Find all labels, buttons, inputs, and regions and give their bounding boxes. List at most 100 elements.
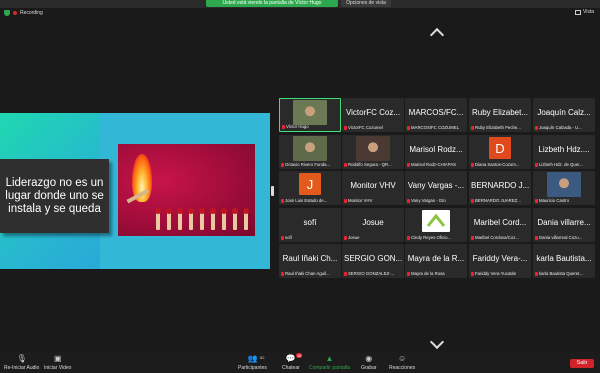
participant-caption: Octavio Rivero Funda... — [281, 162, 339, 167]
muted-mic-icon — [535, 162, 538, 167]
participant-name: Mayra de la Rosa — [411, 271, 445, 276]
participant-caption: MARCOS/FC COZUMEL — [407, 125, 465, 130]
participants-button[interactable]: 👥 Participantes 82 — [238, 355, 267, 372]
participant-tile[interactable]: BERNARDO J... BERNARDO JUAREZ... — [469, 171, 531, 205]
record-button[interactable]: ◉ Grabar — [361, 354, 377, 372]
participant-tile[interactable]: Joaquín Calz... Joaquín Calzada - U... — [533, 98, 595, 132]
participant-tile[interactable]: Dania villarre... Dania villarreal Cozu..… — [533, 208, 595, 242]
participant-caption: Fariddy Vera-Yucatán — [471, 271, 529, 276]
participants-label: Participantes — [238, 365, 267, 371]
grid-icon — [574, 9, 581, 15]
match-graphic — [155, 208, 161, 230]
participant-name: Cindy Reyes Oficio... — [411, 235, 452, 240]
share-screen-button[interactable]: ▲ Compartir pantalla — [309, 354, 350, 372]
participant-name: Víctor Hugo — [286, 124, 309, 129]
participant-name-large: SERGIO GON... — [344, 254, 403, 263]
match-graphic — [177, 208, 183, 230]
match-graphic — [188, 208, 194, 230]
camera-icon: ▣ — [53, 354, 62, 363]
participant-tile[interactable]: Fariddy Vera-... Fariddy Vera-Yucatán — [469, 244, 531, 278]
participant-tile[interactable]: Maribel Cord... Maribel Cordova/Coz... — [469, 208, 531, 242]
participant-caption: BERNARDO JUAREZ... — [471, 198, 529, 203]
audio-button[interactable]: 🎙 Re-Iniciar Audio — [4, 354, 39, 372]
split-resize-handle[interactable] — [271, 186, 274, 196]
participant-tile[interactable]: Marisol Rodz... Marisol Rodz-CHIAPAS — [405, 135, 467, 169]
muted-mic-icon — [281, 162, 284, 167]
participant-tile[interactable]: Vany Vargas -... Vany Vargas - Gto — [405, 171, 467, 205]
view-options-button[interactable]: Opciones de vista — [341, 0, 391, 7]
participant-name-large: Mayra de la R... — [407, 254, 465, 263]
participant-caption: Dania villarreal Cozu... — [535, 235, 593, 240]
participant-tile[interactable]: Mayra de la R... Mayra de la Rosa — [405, 244, 467, 278]
share-screen-icon: ▲ — [325, 354, 334, 363]
participant-tile[interactable]: Cindy Reyes Oficio... — [405, 208, 467, 242]
participant-caption: Monitor VHV — [344, 198, 402, 203]
participant-name: Lizbeth Hdz. de Quer... — [539, 162, 583, 167]
participant-tile[interactable]: Josue Josue — [342, 208, 404, 242]
view-label: Vista — [582, 9, 594, 15]
muted-mic-icon — [407, 162, 410, 167]
participant-name-large: MARCOS/FC... — [408, 108, 464, 117]
muted-mic-icon — [281, 198, 284, 203]
microphone-icon: 🎙 — [16, 354, 27, 363]
smiley-icon: ☺ — [397, 354, 407, 363]
participant-tile[interactable]: SERGIO GON... SERGIO GONZALEZ-... — [342, 244, 404, 278]
muted-mic-icon — [344, 198, 347, 203]
muted-mic-icon — [407, 198, 410, 203]
reactions-button[interactable]: ☺ Reacciones — [389, 354, 415, 372]
participant-name: Dania villarreal Cozu... — [539, 235, 583, 240]
participant-video — [293, 136, 327, 161]
participant-name-large: Dania villarre... — [537, 218, 591, 227]
participant-name-large: Raul Iñaki Ch... — [282, 254, 338, 263]
participant-name-large: Josue — [362, 218, 384, 227]
match-graphic — [221, 208, 227, 230]
participant-name: Fariddy Vera-Yucatán — [475, 271, 517, 276]
participant-caption: VictorFC Cozumel — [344, 125, 402, 130]
muted-mic-icon — [535, 235, 538, 240]
participant-tile[interactable]: Monitor VHV Monitor VHV — [342, 171, 404, 205]
participant-tile[interactable]: Octavio Rivero Funda... — [279, 135, 341, 169]
leave-button[interactable]: Salir — [570, 359, 594, 368]
participant-tile[interactable]: Raul Iñaki Ch... Raul Iñaki Chan Aguil... — [279, 244, 341, 278]
share-screen-label: Compartir pantalla — [309, 365, 350, 371]
participant-tile[interactable]: karla Bautista... karla Bautista Queret..… — [533, 244, 595, 278]
participant-tile[interactable]: J José Luis Estado de... — [279, 171, 341, 205]
matches-photo — [118, 144, 255, 236]
participant-avatar: D — [489, 137, 511, 159]
participant-name-large: VictorFC Coz... — [345, 108, 401, 117]
video-button[interactable]: ▣ Iniciar Video — [44, 354, 71, 372]
participant-name: Rodolfo Segura - QR... — [348, 162, 392, 167]
participant-tile[interactable]: Víctor Hugo — [279, 98, 341, 132]
chat-badge: 16 — [296, 353, 303, 358]
participant-tile[interactable]: Ruby Elizabet... Ruby Elizabeth Peche... — [469, 98, 531, 132]
chat-button[interactable]: 💬 Chatear 16 — [282, 353, 303, 371]
participant-tile[interactable]: D Diana Santos-Cozum... — [469, 135, 531, 169]
muted-mic-icon — [407, 271, 410, 276]
participant-tile[interactable]: Rodolfo Segura - QR... — [342, 135, 404, 169]
participant-name-large: BERNARDO J... — [471, 181, 530, 190]
participant-tile[interactable]: VictorFC Coz... VictorFC Cozumel — [342, 98, 404, 132]
participant-name: Josue — [348, 235, 360, 240]
record-dot-icon — [13, 11, 17, 15]
chat-icon: 💬 — [285, 354, 296, 363]
muted-mic-icon — [407, 125, 410, 130]
view-button[interactable]: Vista — [574, 9, 594, 15]
participant-tile[interactable]: Mauricio Castro — [533, 171, 595, 205]
participant-caption: Víctor Hugo — [282, 124, 338, 129]
participant-tile[interactable]: sofí sofí — [279, 208, 341, 242]
chat-label: Chatear — [282, 365, 300, 371]
participant-tile[interactable]: MARCOS/FC... MARCOS/FC COZUMEL — [405, 98, 467, 132]
muted-mic-icon — [471, 235, 474, 240]
screen-share-banner[interactable]: Usted está viendo la pantalla de Víctor … — [206, 0, 338, 7]
record-icon: ◉ — [365, 354, 373, 363]
shield-icon[interactable] — [4, 10, 10, 16]
participant-name-large: Marisol Rodz... — [409, 145, 463, 154]
page-up-icon[interactable] — [429, 27, 445, 43]
muted-mic-icon — [282, 124, 285, 129]
page-down-icon[interactable] — [429, 334, 445, 350]
participant-name-large: Lizbeth Hdz.... — [538, 145, 590, 154]
participant-caption: SERGIO GONZALEZ-... — [344, 271, 402, 276]
participant-tile[interactable]: Lizbeth Hdz.... Lizbeth Hdz. de Quer... — [533, 135, 595, 169]
match-graphic — [199, 208, 205, 230]
participant-name: MARCOS/FC COZUMEL — [411, 125, 459, 130]
